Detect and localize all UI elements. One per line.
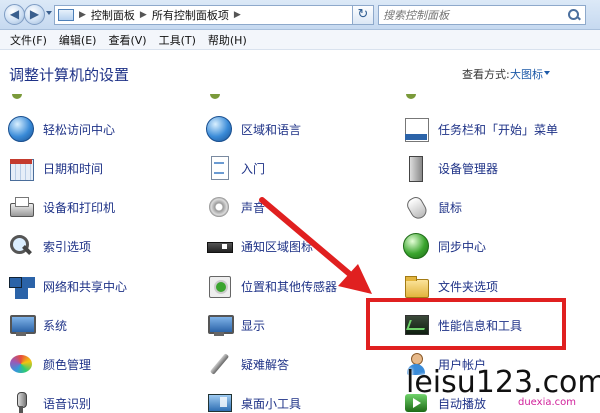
item-network-sharing[interactable]: 网络和共享中心 — [8, 271, 127, 301]
refresh-button[interactable]: ↻ — [352, 5, 374, 25]
highlight-box — [366, 298, 566, 350]
notification-area-icon — [206, 233, 233, 259]
search-icon[interactable] — [567, 8, 581, 22]
ease-of-access-icon — [8, 116, 34, 142]
recent-pages-dropdown[interactable] — [46, 11, 52, 15]
item-mouse[interactable]: 鼠标 — [403, 192, 462, 222]
item-sync-center[interactable]: 同步中心 — [403, 231, 486, 261]
page-title: 调整计算机的设置 — [9, 66, 130, 84]
color-management-icon — [8, 351, 34, 377]
item-label: 鼠标 — [438, 200, 463, 215]
address-toolbar: ◀ ▶ ▶ 控制面板 ▶ 所有控制面板项 ▶ ↻ — [0, 0, 600, 30]
menu-bar: 文件(F) 编辑(E) 查看(V) 工具(T) 帮助(H) — [0, 30, 600, 50]
item-label: 位置和其他传感器 — [241, 279, 338, 294]
speech-recognition-icon — [8, 390, 34, 413]
item-label: 网络和共享中心 — [43, 279, 128, 294]
device-manager-icon — [403, 155, 429, 182]
network-sharing-icon — [8, 273, 34, 299]
item-label: 声音 — [241, 200, 266, 215]
item-taskbar-start-menu[interactable]: 任务栏和「开始」菜单 — [403, 114, 558, 144]
item-label: 设备和打印机 — [43, 200, 116, 215]
item-sound[interactable]: 声音 — [206, 192, 265, 222]
menu-view[interactable]: 查看(V) — [102, 32, 152, 48]
menu-file[interactable]: 文件(F) — [4, 32, 53, 48]
folder-options-icon — [403, 273, 429, 299]
sync-center-icon — [403, 233, 429, 259]
item-label: 轻松访问中心 — [43, 122, 116, 137]
item-getting-started[interactable]: 入门 — [206, 153, 265, 183]
item-label: 通知区域图标 — [241, 239, 314, 254]
item-speech-recognition[interactable]: 语音识别 — [8, 388, 91, 413]
menu-help[interactable]: 帮助(H) — [202, 32, 253, 48]
item-label: 显示 — [241, 318, 266, 333]
view-by-label: 查看方式: — [462, 68, 510, 81]
item-label: 日期和时间 — [43, 161, 104, 176]
breadcrumb-separator-icon[interactable]: ▶ — [79, 10, 86, 20]
date-time-icon — [8, 155, 34, 181]
item-label: 任务栏和「开始」菜单 — [438, 122, 559, 137]
devices-printers-icon — [8, 194, 34, 220]
watermark: leisu123.com — [406, 365, 600, 400]
item-date-time[interactable]: 日期和时间 — [8, 153, 103, 183]
item-label: 文件夹选项 — [438, 279, 499, 294]
display-icon — [206, 312, 234, 338]
item-label: 入门 — [241, 161, 266, 176]
desktop-gadgets-icon — [206, 390, 232, 413]
breadcrumb-all-items[interactable]: 所有控制面板项 — [152, 7, 229, 23]
getting-started-icon — [206, 155, 232, 181]
item-device-manager[interactable]: 设备管理器 — [403, 153, 498, 183]
menu-tools[interactable]: 工具(T) — [153, 32, 202, 48]
taskbar-start-menu-icon — [403, 116, 429, 142]
breadcrumb-separator-icon[interactable]: ▶ — [234, 10, 241, 20]
breadcrumb-separator-icon[interactable]: ▶ — [140, 10, 147, 20]
content-header: 调整计算机的设置 查看方式: 大图标 — [0, 50, 600, 94]
search-box[interactable] — [378, 5, 586, 25]
view-by-selector[interactable]: 大图标 — [510, 66, 543, 82]
item-ease-of-access[interactable]: 轻松访问中心 — [8, 114, 115, 144]
control-panel-icon — [58, 9, 74, 21]
item-desktop-gadgets[interactable]: 桌面小工具 — [206, 388, 301, 413]
item-color-management[interactable]: 颜色管理 — [8, 349, 91, 379]
item-label: 疑难解答 — [241, 357, 290, 372]
item-folder-options[interactable]: 文件夹选项 — [403, 271, 498, 301]
item-region-language[interactable]: 区域和语言 — [206, 114, 301, 144]
watermark-small: duexia.com — [518, 397, 577, 408]
item-label: 同步中心 — [438, 239, 487, 254]
system-icon — [8, 312, 36, 338]
item-display[interactable]: 显示 — [206, 310, 265, 340]
item-label: 语音识别 — [43, 396, 92, 411]
indexing-options-icon — [8, 233, 34, 259]
location-sensors-icon — [206, 273, 232, 299]
menu-edit[interactable]: 编辑(E) — [53, 32, 103, 48]
item-label: 系统 — [43, 318, 68, 333]
item-label: 设备管理器 — [438, 161, 499, 176]
back-button[interactable]: ◀ — [4, 4, 25, 25]
item-label: 索引选项 — [43, 239, 92, 254]
item-troubleshooting[interactable]: 疑难解答 — [206, 349, 289, 379]
item-devices-printers[interactable]: 设备和打印机 — [8, 192, 115, 222]
region-language-icon — [206, 116, 232, 142]
item-notification-area[interactable]: 通知区域图标 — [206, 231, 313, 261]
item-indexing-options[interactable]: 索引选项 — [8, 231, 91, 261]
address-bar[interactable]: ▶ 控制面板 ▶ 所有控制面板项 ▶ — [54, 5, 374, 25]
item-label: 区域和语言 — [241, 122, 302, 137]
mouse-icon — [403, 194, 429, 220]
item-system[interactable]: 系统 — [8, 310, 67, 340]
item-label: 桌面小工具 — [241, 396, 302, 411]
item-label: 颜色管理 — [43, 357, 92, 372]
item-location-sensors[interactable]: 位置和其他传感器 — [206, 271, 337, 301]
chevron-down-icon[interactable] — [544, 71, 550, 75]
troubleshooting-icon — [206, 351, 232, 377]
breadcrumb-control-panel[interactable]: 控制面板 — [91, 7, 135, 23]
forward-button[interactable]: ▶ — [24, 4, 45, 25]
sound-icon — [206, 194, 232, 220]
search-input[interactable] — [379, 8, 567, 22]
